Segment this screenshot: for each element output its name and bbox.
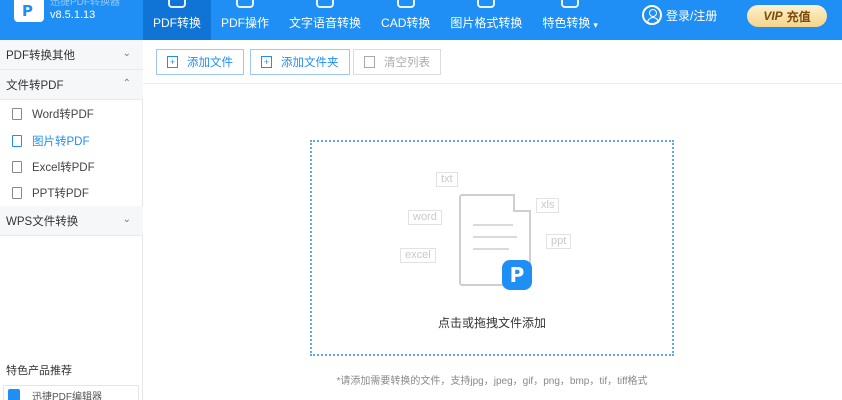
tab-pdf-operate[interactable]: PDF操作 [211, 0, 279, 40]
app-logo: P [14, 0, 44, 22]
chevron-down-icon: ▾ [593, 20, 598, 30]
sidebar-item-label: PPT转PDF [32, 188, 89, 200]
user-icon [642, 5, 662, 25]
sidebar-group-label: PDF转换其他 [6, 49, 75, 62]
tab-label: 图片格式转换 [450, 16, 523, 30]
audio-wave-icon [316, 0, 335, 8]
file-drop-zone[interactable]: txt word xls ppt excel P 点击或拖拽文件添加 [310, 140, 674, 356]
pdf-editor-icon [8, 389, 20, 400]
login-button[interactable]: 登录/注册 [642, 5, 717, 25]
recommend-product-card[interactable]: 迅捷PDF编辑器 [3, 385, 139, 400]
sidebar-group-wps[interactable]: WPS文件转换 ⌄ [0, 206, 143, 236]
trash-icon [364, 56, 375, 68]
add-file-icon: + [167, 56, 178, 68]
sidebar-item-label: 图片转PDF [32, 136, 90, 148]
file-toolbar: + 添加文件 + 添加文件夹 清空列表 [143, 40, 842, 84]
login-label: 登录/注册 [666, 8, 718, 23]
tab-label: PDF操作 [221, 16, 270, 30]
tab-cad-convert[interactable]: CAD转换 [371, 0, 440, 40]
tab-label: 文字语音转换 [289, 16, 362, 30]
tab-special-convert[interactable]: 特色转换 ▾ [532, 0, 608, 40]
sidebar: PDF转换其他 ⌄ 文件转PDF ⌃ Word转PDF 图片转PDF Excel… [0, 40, 143, 400]
sidebar-item-word-to-pdf[interactable]: Word转PDF [0, 101, 143, 127]
sidebar-group-file-to-pdf[interactable]: 文件转PDF ⌃ [0, 70, 143, 100]
drop-prompt: 点击或拖拽文件添加 [437, 316, 546, 330]
tab-text-speech[interactable]: 文字语音转换 [279, 0, 371, 40]
tab-label: 特色转换 [542, 16, 591, 30]
cad-icon [396, 0, 415, 8]
format-tag-excel: excel [400, 248, 436, 263]
sidebar-item-label: Excel转PDF [32, 162, 95, 174]
tab-image-format[interactable]: 图片格式转换 [440, 0, 532, 40]
sidebar-item-ppt-to-pdf[interactable]: PPT转PDF [0, 180, 143, 206]
clear-list-label: 清空列表 [384, 57, 430, 69]
app-info: 迅捷PDF转换器 v8.5.1.13 [50, 0, 120, 22]
pdf-convert-icon [168, 0, 186, 8]
chevron-down-icon: ⌄ [122, 214, 131, 225]
tab-label: CAD转换 [381, 16, 431, 30]
pdf-operate-icon [236, 0, 255, 8]
sidebar-item-excel-to-pdf[interactable]: Excel转PDF [0, 154, 143, 180]
clear-list-button[interactable]: 清空列表 [353, 49, 441, 75]
add-folder-icon: + [261, 56, 272, 68]
logo-letter: P [22, 2, 33, 20]
app-version: v8.5.1.13 [50, 9, 96, 21]
top-bar: P 迅捷PDF转换器 v8.5.1.13 PDF转换 PDF操作 文字语音转换 … [0, 0, 842, 40]
doc-line [473, 236, 517, 238]
sidebar-group-label: 文件转PDF [6, 79, 64, 92]
image-file-icon [12, 135, 22, 147]
supported-formats-hint: *请添加需要转换的文件，支持jpg，jpeg，gif，png，bmp，tif，t… [336, 376, 648, 387]
doc-line [473, 224, 513, 226]
format-tag-txt: txt [436, 172, 458, 187]
chevron-down-icon: ⌄ [122, 48, 131, 59]
pdf-logo-icon: P [502, 260, 532, 290]
add-file-button[interactable]: + 添加文件 [156, 49, 244, 75]
add-file-label: 添加文件 [187, 57, 233, 69]
ppt-file-icon [12, 187, 22, 199]
recommend-product-label: 迅捷PDF编辑器 [32, 391, 102, 400]
vip-recharge-button[interactable]: VIP 充值 [747, 5, 827, 27]
format-tag-xls: xls [536, 198, 560, 213]
sidebar-group-pdf-other[interactable]: PDF转换其他 ⌄ [0, 40, 143, 70]
chevron-up-icon: ⌃ [122, 78, 131, 89]
add-folder-label: 添加文件夹 [281, 57, 339, 69]
sidebar-item-image-to-pdf[interactable]: 图片转PDF [0, 128, 143, 154]
app-title: 迅捷PDF转换器 [50, 0, 120, 8]
sidebar-item-label: Word转PDF [32, 109, 94, 121]
add-folder-button[interactable]: + 添加文件夹 [250, 49, 350, 75]
excel-file-icon [12, 161, 22, 173]
vip-badge: VIP [763, 9, 783, 23]
page-fold [513, 194, 531, 212]
main-nav: PDF转换 PDF操作 文字语音转换 CAD转换 图片格式转换 特色转换 ▾ [143, 0, 608, 40]
recommend-title: 特色产品推荐 [6, 365, 72, 377]
star-icon [561, 0, 580, 8]
format-tag-ppt: ppt [546, 234, 572, 249]
vip-label: 充值 [786, 9, 811, 24]
tab-pdf-convert[interactable]: PDF转换 [143, 0, 212, 40]
format-tag-word: word [408, 210, 442, 225]
image-icon [477, 0, 496, 8]
sidebar-group-label: WPS文件转换 [6, 215, 79, 228]
word-file-icon [12, 108, 22, 120]
doc-line [473, 248, 509, 250]
tab-label: PDF转换 [153, 16, 202, 30]
